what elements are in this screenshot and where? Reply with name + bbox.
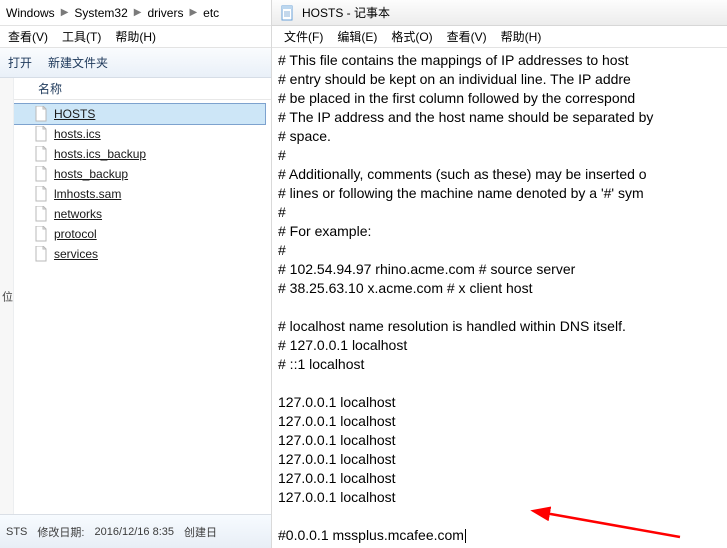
file-item[interactable]: HOSTS	[6, 104, 265, 124]
file-icon	[34, 226, 48, 242]
breadcrumb-item[interactable]: System32	[72, 6, 129, 20]
menu-edit[interactable]: 编辑(E)	[331, 28, 383, 45]
open-button[interactable]: 打开	[8, 54, 32, 71]
file-item[interactable]: hosts.ics	[6, 124, 265, 144]
left-gutter: 位	[0, 78, 14, 514]
file-item[interactable]: services	[6, 244, 265, 264]
file-list: HOSTS hosts.ics hosts.ics_backup hosts_back…	[0, 100, 271, 268]
status-bar: STS 修改日期: 2016/12/16 8:35 创建日	[0, 514, 271, 548]
file-icon	[34, 146, 48, 162]
file-item[interactable]: hosts_backup	[6, 164, 265, 184]
breadcrumb[interactable]: Windows ▶ System32 ▶ drivers ▶ etc	[0, 0, 271, 26]
status-create-label: 创建日	[184, 524, 217, 540]
column-header-name[interactable]: 名称	[0, 78, 271, 100]
window-titlebar: HOSTS - 记事本	[272, 0, 727, 26]
menu-format[interactable]: 格式(O)	[385, 28, 438, 45]
notepad-window: HOSTS - 记事本 文件(F) 编辑(E) 格式(O) 查看(V) 帮助(H…	[272, 0, 727, 548]
file-name: hosts.ics	[54, 127, 101, 141]
new-folder-button[interactable]: 新建文件夹	[48, 54, 108, 71]
breadcrumb-item[interactable]: etc	[201, 6, 221, 20]
file-item[interactable]: lmhosts.sam	[6, 184, 265, 204]
explorer-menubar: 查看(V) 工具(T) 帮助(H)	[0, 26, 271, 48]
file-name: lmhosts.sam	[54, 187, 121, 201]
menu-tools[interactable]: 工具(T)	[62, 28, 101, 45]
status-mod-value: 2016/12/16 8:35	[94, 526, 174, 538]
breadcrumb-item[interactable]: drivers	[145, 6, 185, 20]
explorer-window: Windows ▶ System32 ▶ drivers ▶ etc 查看(V)…	[0, 0, 272, 548]
file-icon	[34, 166, 48, 182]
explorer-toolbar: 打开 新建文件夹	[0, 48, 271, 78]
notepad-textarea[interactable]: # This file contains the mappings of IP …	[272, 48, 727, 548]
file-icon	[34, 186, 48, 202]
chevron-right-icon: ▶	[130, 7, 146, 18]
file-icon	[34, 126, 48, 142]
file-item[interactable]: protocol	[6, 224, 265, 244]
file-name: services	[54, 247, 98, 261]
file-name: hosts_backup	[54, 167, 128, 181]
status-name: STS	[6, 526, 27, 538]
menu-help[interactable]: 帮助(H)	[495, 28, 548, 45]
menu-file[interactable]: 文件(F)	[278, 28, 329, 45]
file-item[interactable]: hosts.ics_backup	[6, 144, 265, 164]
file-icon	[34, 106, 48, 122]
chevron-right-icon: ▶	[57, 7, 73, 18]
menu-view[interactable]: 查看(V)	[441, 28, 493, 45]
file-icon	[34, 246, 48, 262]
notepad-icon	[280, 5, 296, 21]
window-title: HOSTS - 记事本	[302, 4, 390, 21]
menu-view[interactable]: 查看(V)	[8, 28, 48, 45]
menu-help[interactable]: 帮助(H)	[115, 28, 156, 45]
file-icon	[34, 206, 48, 222]
text-caret	[465, 529, 466, 543]
notepad-menubar: 文件(F) 编辑(E) 格式(O) 查看(V) 帮助(H)	[272, 26, 727, 48]
file-name: protocol	[54, 227, 97, 241]
file-name: HOSTS	[54, 107, 95, 121]
file-item[interactable]: networks	[6, 204, 265, 224]
breadcrumb-item[interactable]: Windows	[4, 6, 57, 20]
text-content: # This file contains the mappings of IP …	[278, 52, 657, 543]
status-mod-label: 修改日期:	[37, 524, 84, 540]
chevron-right-icon: ▶	[185, 7, 201, 18]
file-name: hosts.ics_backup	[54, 147, 146, 161]
file-name: networks	[54, 207, 102, 221]
